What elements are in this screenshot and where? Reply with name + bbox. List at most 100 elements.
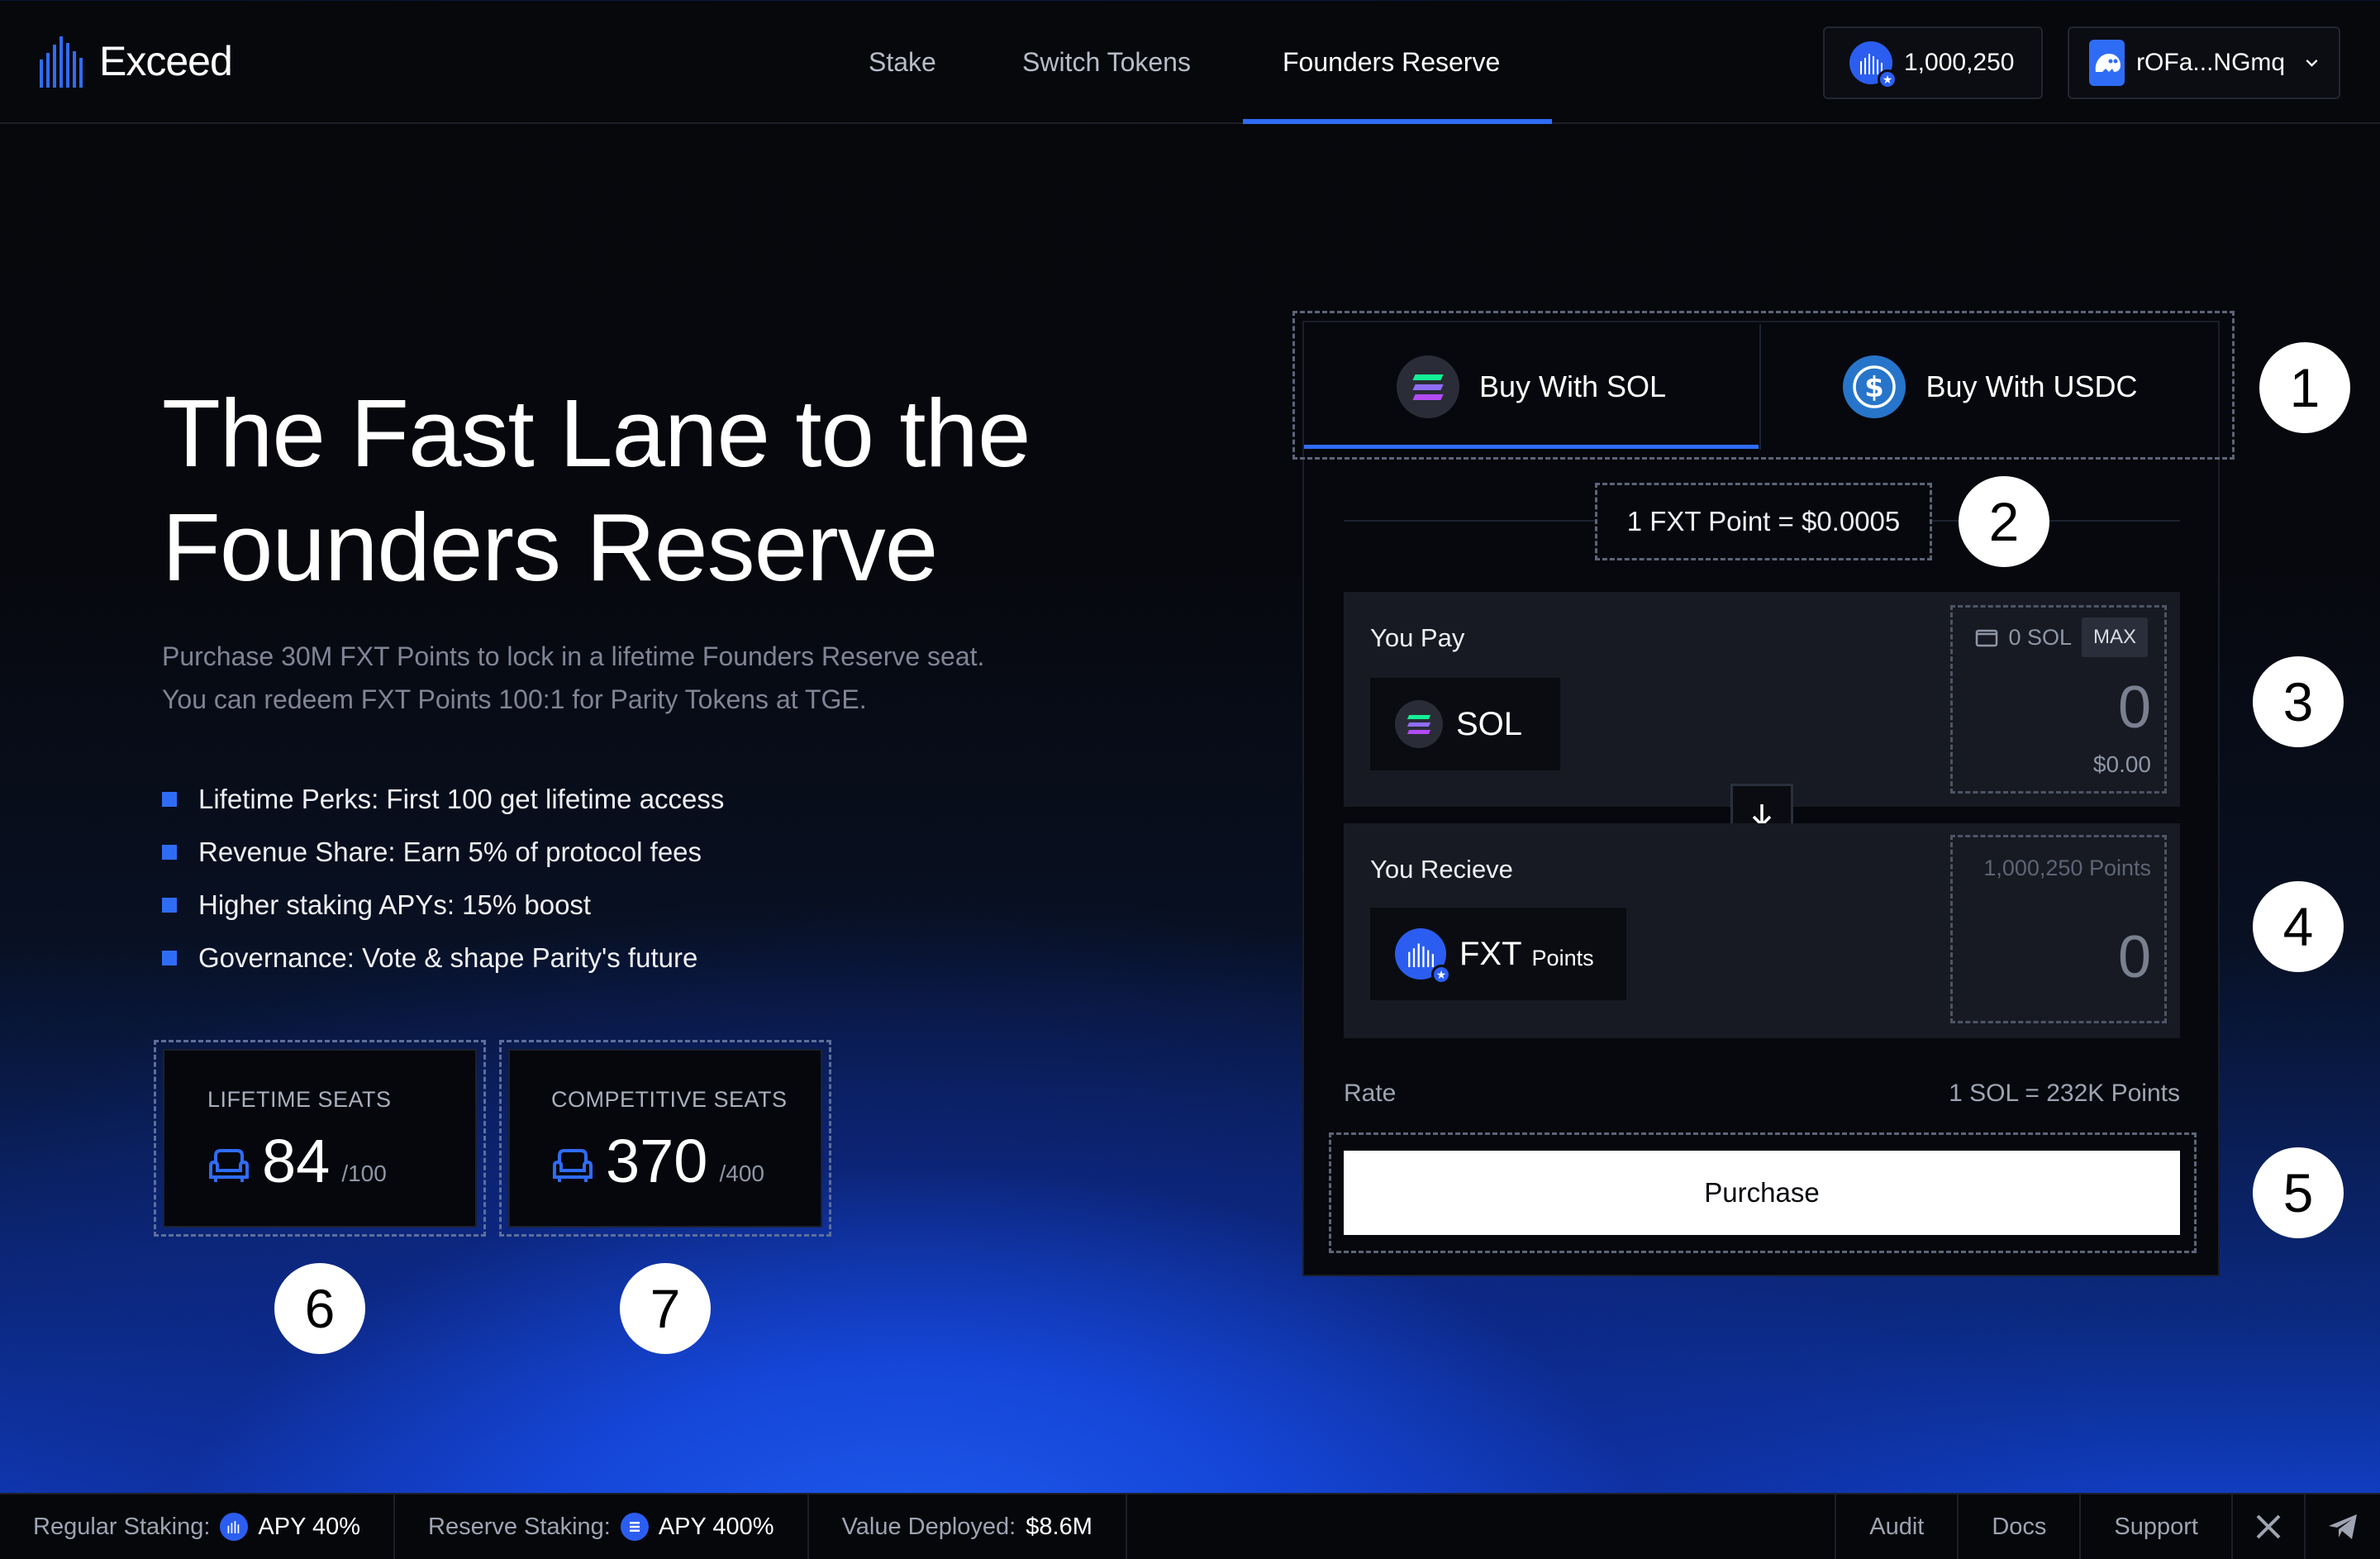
value-deployed-stat: Value Deployed: $8.6M [809, 1494, 1127, 1559]
app-name: Exceed [99, 38, 233, 84]
fxt-points-icon: ★ [1849, 41, 1897, 89]
reserve-staking-value: APY 400% [658, 1513, 774, 1540]
competitive-seats-card: COMPETITIVE SEATS 370 /400 [499, 1040, 831, 1237]
solana-icon [1395, 700, 1443, 748]
competitive-seats-max: /400 [719, 1161, 764, 1186]
reserve-staking-stat: Reserve Staking: APY 400% [395, 1494, 809, 1559]
points-balance-value: 1,000,250 [1904, 49, 2015, 76]
receive-label: You Recieve [1370, 855, 1513, 884]
pay-balance: 0 SOL [2008, 624, 2072, 650]
bullet-square-icon [162, 951, 177, 965]
nav-active-indicator [1243, 119, 1552, 124]
exceed-logo-icon [40, 36, 83, 88]
x-twitter-link[interactable] [2231, 1494, 2304, 1559]
receive-token-display: ★ FXT Points [1370, 908, 1626, 1000]
perk-item: Higher staking APYs: 15% boost [162, 879, 724, 932]
value-deployed-label: Value Deployed: [841, 1513, 1016, 1540]
bullet-square-icon [162, 898, 177, 913]
status-footer: Regular Staking: APY 40% Reserve Staking… [0, 1493, 2380, 1559]
chevron-down-icon [2306, 60, 2318, 67]
reserve-staking-label: Reserve Staking: [428, 1513, 611, 1540]
rate-value: 1 SOL = 232K Points [1949, 1080, 2180, 1107]
footer-links: Audit Docs Support [1835, 1494, 2380, 1559]
hero-title: The Fast Lane to the Founders Reserve [162, 376, 1154, 604]
perk-text: Lifetime Perks: First 100 get lifetime a… [198, 784, 725, 814]
pay-token-selector[interactable]: SOL [1370, 678, 1560, 770]
app-logo[interactable]: Exceed [38, 31, 233, 91]
wallet-icon [1976, 629, 1998, 647]
pay-amount-input[interactable]: 0 [2118, 674, 2151, 741]
hero-subtitle-line-2: You can redeem FXT Points 100:1 for Pari… [162, 684, 867, 714]
tab-buy-with-sol[interactable]: Buy With SOL [1304, 324, 1759, 450]
annotation-marker-3: 3 [2253, 656, 2344, 747]
annotation-marker-5: 5 [2253, 1147, 2344, 1238]
telegram-icon [2329, 1514, 2357, 1539]
svg-text:$: $ [1865, 371, 1885, 404]
perk-item: Governance: Vote & shape Parity's future [162, 932, 724, 985]
receive-token-suffix: Points [1531, 945, 1594, 970]
wallet-dropdown[interactable]: rOFa...NGmq [2068, 26, 2340, 99]
receive-amount-value: 0 [2117, 924, 2151, 990]
perk-text: Revenue Share: Earn 5% of protocol fees [198, 837, 702, 867]
regular-staking-stat: Regular Staking: APY 40% [0, 1494, 396, 1559]
perk-item: Revenue Share: Earn 5% of protocol fees [162, 826, 724, 879]
tab-buy-with-usdc[interactable]: $ Buy With USDC [1761, 324, 2220, 450]
fxt-points-icon [220, 1513, 249, 1541]
value-deployed-value: $8.6M [1026, 1513, 1092, 1540]
receive-token-name: FXT [1459, 935, 1522, 972]
nav-item-stake[interactable]: Stake [869, 0, 936, 124]
annotation-marker-1: 1 [2259, 342, 2350, 433]
nav-item-switch-tokens[interactable]: Switch Tokens [1022, 0, 1191, 124]
exchange-rate-pill: 1 FXT Point = $0.0005 [1595, 483, 1932, 560]
telegram-link[interactable] [2304, 1494, 2380, 1559]
footer-link-audit[interactable]: Audit [1835, 1494, 1957, 1559]
solana-icon [1396, 355, 1459, 418]
competitive-seats-value: 370 [606, 1127, 708, 1195]
annotation-marker-4: 4 [2253, 881, 2344, 972]
receive-balance: 1,000,250 Points [1983, 856, 2151, 880]
footer-link-support[interactable]: Support [2079, 1494, 2231, 1559]
max-button[interactable]: MAX [2081, 617, 2148, 657]
reserve-icon [620, 1513, 649, 1541]
lifetime-seats-label: LIFETIME SEATS [207, 1087, 392, 1112]
wallet-avatar-icon [2089, 40, 2125, 86]
pay-token-name: SOL [1456, 705, 1523, 742]
star-icon: ★ [1878, 69, 1897, 89]
tab-active-indicator [1304, 445, 1759, 449]
lifetime-seats-value: 84 [262, 1127, 331, 1195]
competitive-seats-label: COMPETITIVE SEATS [551, 1087, 788, 1112]
footer-link-docs[interactable]: Docs [1957, 1494, 2079, 1559]
wallet-address: rOFa...NGmq [2136, 49, 2286, 76]
receive-amount-box: 1,000,250 Points 0 [1950, 835, 2167, 1023]
fxt-points-icon: ★ [1395, 928, 1451, 985]
annotation-marker-2: 2 [1959, 476, 2049, 567]
nav-item-founders-reserve[interactable]: Founders Reserve [1283, 0, 1500, 124]
seat-icon [553, 1149, 593, 1182]
tab-label: Buy With SOL [1478, 369, 1667, 403]
pay-amount-box: 0 SOL MAX 0 $0.00 [1950, 605, 2167, 794]
perks-list: Lifetime Perks: First 100 get lifetime a… [162, 773, 724, 985]
bullet-square-icon [162, 845, 177, 860]
annotation-marker-6: 6 [274, 1263, 365, 1354]
hero-title-line-2: Founders Reserve [162, 493, 938, 601]
bullet-square-icon [162, 792, 177, 807]
pay-panel: You Pay SOL 0 SOL MAX 0 $0.00 [1344, 592, 2180, 807]
perk-text: Governance: Vote & shape Parity's future [198, 942, 698, 973]
x-twitter-icon [2256, 1514, 2281, 1539]
tab-label: Buy With USDC [1925, 369, 2138, 403]
usdc-icon: $ [1843, 355, 1906, 418]
regular-staking-label: Regular Staking: [33, 1513, 211, 1540]
star-icon: ★ [1431, 965, 1451, 985]
pay-usd-value: $0.00 [2092, 751, 2151, 777]
perk-item: Lifetime Perks: First 100 get lifetime a… [162, 773, 724, 826]
annotation-marker-7: 7 [620, 1263, 711, 1354]
seat-icon [209, 1149, 249, 1182]
hero-subtitle-line-1: Purchase 30M FXT Points to lock in a lif… [162, 641, 985, 671]
purchase-button[interactable]: Purchase [1344, 1151, 2180, 1235]
points-balance-chip[interactable]: ★ 1,000,250 [1823, 26, 2043, 99]
pay-label: You Pay [1370, 623, 1465, 652]
hero-subtitle: Purchase 30M FXT Points to lock in a lif… [162, 635, 1104, 721]
rate-label: Rate [1344, 1080, 1397, 1107]
perk-text: Higher staking APYs: 15% boost [198, 889, 592, 920]
lifetime-seats-max: /100 [341, 1161, 387, 1186]
